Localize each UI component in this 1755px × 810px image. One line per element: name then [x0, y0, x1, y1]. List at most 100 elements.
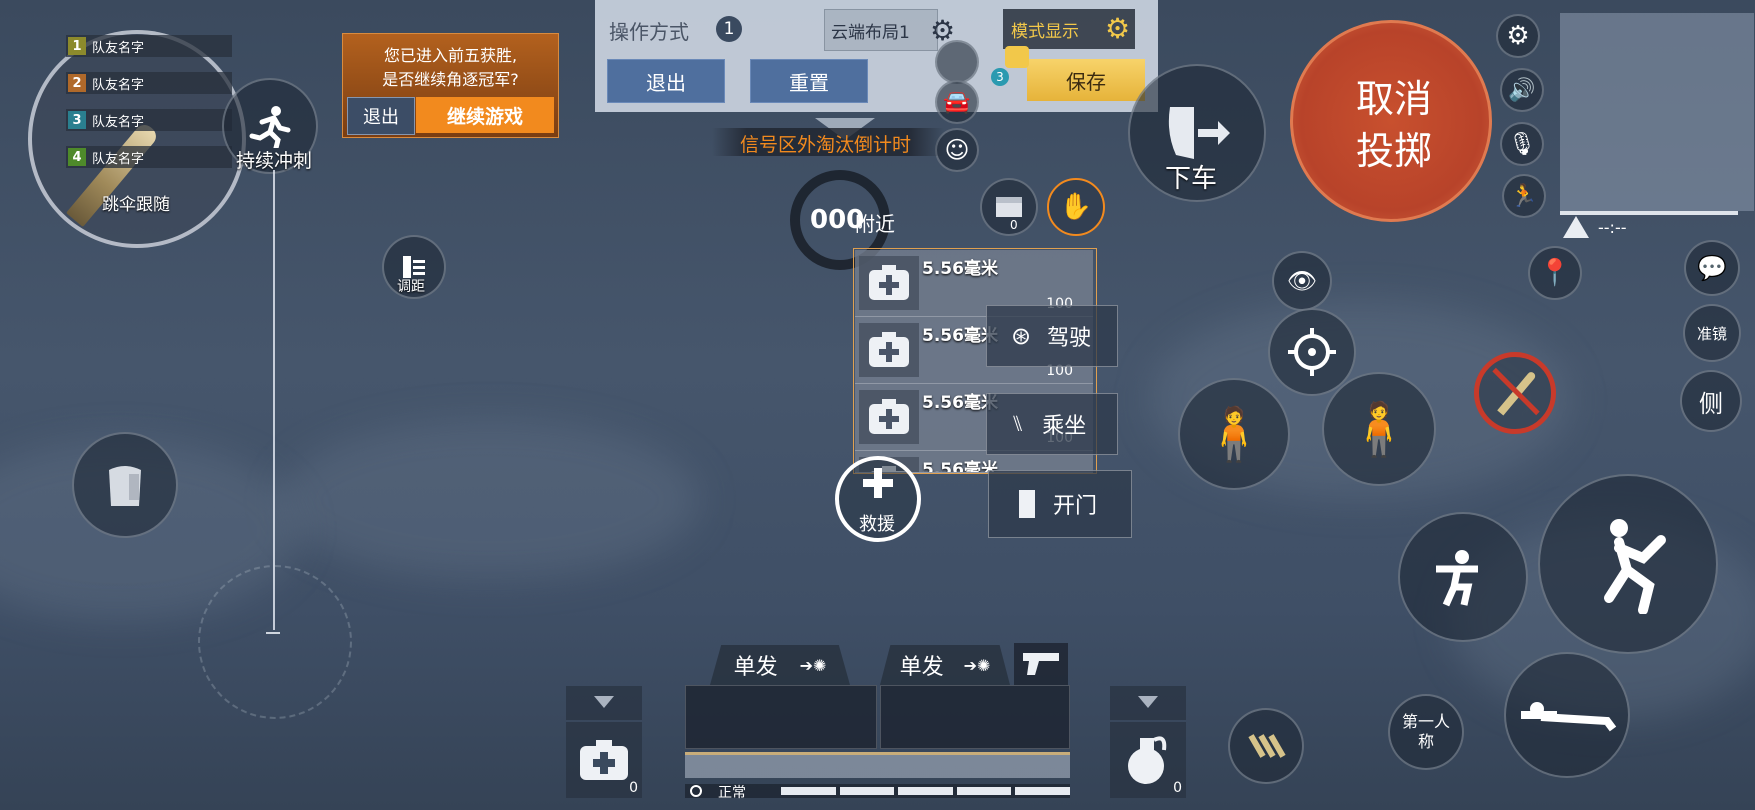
signal-countdown-text: 信号区外淘汰倒计时: [740, 134, 912, 156]
supply-box-button[interactable]: [980, 178, 1038, 236]
rescue-button[interactable]: 救援: [835, 456, 921, 542]
info-badge-icon[interactable]: 1: [716, 16, 742, 42]
medkit-slot[interactable]: 0: [566, 722, 642, 798]
smiley-icon: ☺: [944, 136, 970, 164]
team-panel[interactable]: [28, 30, 246, 248]
win-continue-button[interactable]: 继续游戏: [416, 97, 554, 133]
plus-icon: [863, 468, 893, 498]
layout-exit-button[interactable]: 退出: [607, 59, 725, 103]
rescue-label: 救援: [859, 514, 895, 535]
speaker-icon: 🔊: [1508, 77, 1536, 103]
steering-wheel-icon: ⊛: [1011, 322, 1032, 350]
scope-button[interactable]: 准镜: [1683, 304, 1741, 362]
pick-hand-button[interactable]: ✋: [1047, 178, 1105, 236]
cancel-throw-button[interactable]: 取消投掷: [1290, 20, 1492, 222]
layout-reset-button[interactable]: 重置: [750, 59, 868, 103]
microphone-icon: 🎙: [1508, 131, 1536, 157]
pistol-slot[interactable]: [1014, 643, 1068, 685]
win-prompt-line2: 是否继续角逐冠军?: [382, 70, 519, 89]
layout-panel: 操作方式 1 云端布局1 ⚙ 模式显示 ⚙ 退出 重置 保存 3: [595, 0, 1158, 112]
vehicle-mark-button[interactable]: 🚘: [935, 80, 979, 124]
jump-button[interactable]: [1538, 474, 1718, 654]
crosshair-icon: [1288, 328, 1336, 376]
status-text: 正常: [718, 785, 746, 801]
lean-left-button[interactable]: 🧍: [1178, 378, 1290, 490]
minimap-scale-bar: [1560, 211, 1738, 215]
weapon2-mode-label: 单发: [899, 655, 944, 680]
medkit-icon: [859, 323, 919, 377]
grenade-expand-button[interactable]: [1110, 686, 1186, 720]
side-aim-button[interactable]: 侧: [1680, 370, 1742, 432]
running-icon: 🏃: [1510, 183, 1538, 209]
weapon2-slot[interactable]: [880, 685, 1070, 749]
teammate-name: 队友名字: [92, 151, 145, 167]
speaker-button[interactable]: 🔊: [1500, 68, 1544, 112]
joystick-arrow: [266, 632, 280, 634]
auto-run-button[interactable]: 🏃: [1502, 174, 1546, 218]
lean-left-icon: 🧍: [1201, 404, 1267, 465]
door-icon: [1019, 490, 1035, 518]
crouch-button[interactable]: [1398, 512, 1528, 642]
weapon1-slot[interactable]: [685, 685, 877, 749]
win-prompt-dialog: 您已进入前五获胜, 是否继续角逐冠军? 退出 继续游戏: [342, 33, 559, 138]
backpack-button[interactable]: [72, 432, 178, 538]
nearby-label: 附近: [855, 212, 895, 236]
grenade-slot[interactable]: 0: [1110, 722, 1186, 798]
scope-label: 准镜: [1696, 324, 1727, 343]
weapon1-fire-mode[interactable]: 单发 ➔✺: [710, 645, 850, 685]
prone-icon: [1521, 702, 1617, 732]
range-adjust-label: 调距: [397, 279, 425, 295]
layout-title: 操作方式: [609, 20, 689, 44]
supply-box-count: 0: [1010, 218, 1018, 232]
drive-button[interactable]: ⊛ 驾驶: [986, 305, 1118, 367]
teammate-row: 4 队友名字: [66, 146, 232, 168]
layout-save-button[interactable]: 保存: [1027, 59, 1145, 101]
grenade-icon: [1128, 736, 1167, 784]
teammate-row: 1 队友名字: [66, 35, 232, 57]
mode-display-gear-icon[interactable]: ⚙: [1105, 12, 1130, 45]
settings-button[interactable]: ⚙: [1496, 14, 1540, 58]
hand-icon: ✋: [1059, 192, 1093, 222]
crouch-icon: [1436, 550, 1478, 607]
ride-button[interactable]: ⑊ 乘坐: [986, 393, 1118, 455]
side-aim-label: 侧: [1699, 389, 1723, 418]
teammate-number: 1: [68, 37, 86, 55]
medkit-expand-button[interactable]: [566, 686, 642, 720]
teammate-number: 2: [68, 74, 86, 92]
movement-joystick[interactable]: [198, 565, 352, 719]
win-exit-button[interactable]: 退出: [347, 97, 415, 135]
teammate-number: 3: [68, 111, 86, 129]
reload-button[interactable]: [1228, 708, 1304, 784]
chat-button[interactable]: 💬: [1684, 240, 1740, 296]
eye-button[interactable]: 👁: [1272, 251, 1332, 311]
perspective-button[interactable]: 第一人称: [1388, 694, 1464, 770]
chevron-down-icon: [1138, 696, 1158, 708]
sprint-label: 持续冲刺: [236, 150, 313, 172]
auto-fire-disabled-button[interactable]: [1474, 352, 1556, 434]
ammo-bar: [685, 752, 1070, 778]
microphone-button[interactable]: 🎙: [1500, 122, 1544, 166]
lean-right-button[interactable]: 🧍: [1322, 372, 1436, 486]
location-marker-button[interactable]: 📍: [1528, 246, 1582, 300]
grenade-count: 0: [1173, 780, 1182, 796]
teammate-row: 3 队友名字: [66, 109, 232, 131]
warning-icon: [1563, 216, 1589, 238]
tutorial-badge: 3: [991, 68, 1009, 86]
cloud-layout-select[interactable]: 云端布局1: [824, 9, 938, 51]
item-name: 5.56毫米: [922, 259, 998, 279]
minimap[interactable]: [1560, 13, 1754, 211]
car-star-icon: 🚘: [943, 89, 971, 115]
mode-display-label: 模式显示: [1011, 21, 1079, 42]
lean-right-icon: 🧍: [1346, 399, 1412, 460]
pick-up-button[interactable]: [935, 40, 979, 84]
ride-label: 乘坐: [1042, 414, 1087, 439]
perspective-label: 第一人称: [1401, 712, 1450, 751]
medkit-icon: [580, 740, 628, 780]
weapon1-mode-label: 单发: [733, 655, 778, 680]
aim-button[interactable]: [1268, 308, 1356, 396]
prone-button[interactable]: [1504, 652, 1630, 778]
teammate-name: 队友名字: [92, 77, 145, 93]
signal-icon: [690, 785, 702, 797]
open-door-button[interactable]: 开门: [988, 470, 1132, 538]
weapon2-fire-mode[interactable]: 单发 ➔✺: [880, 645, 1010, 685]
